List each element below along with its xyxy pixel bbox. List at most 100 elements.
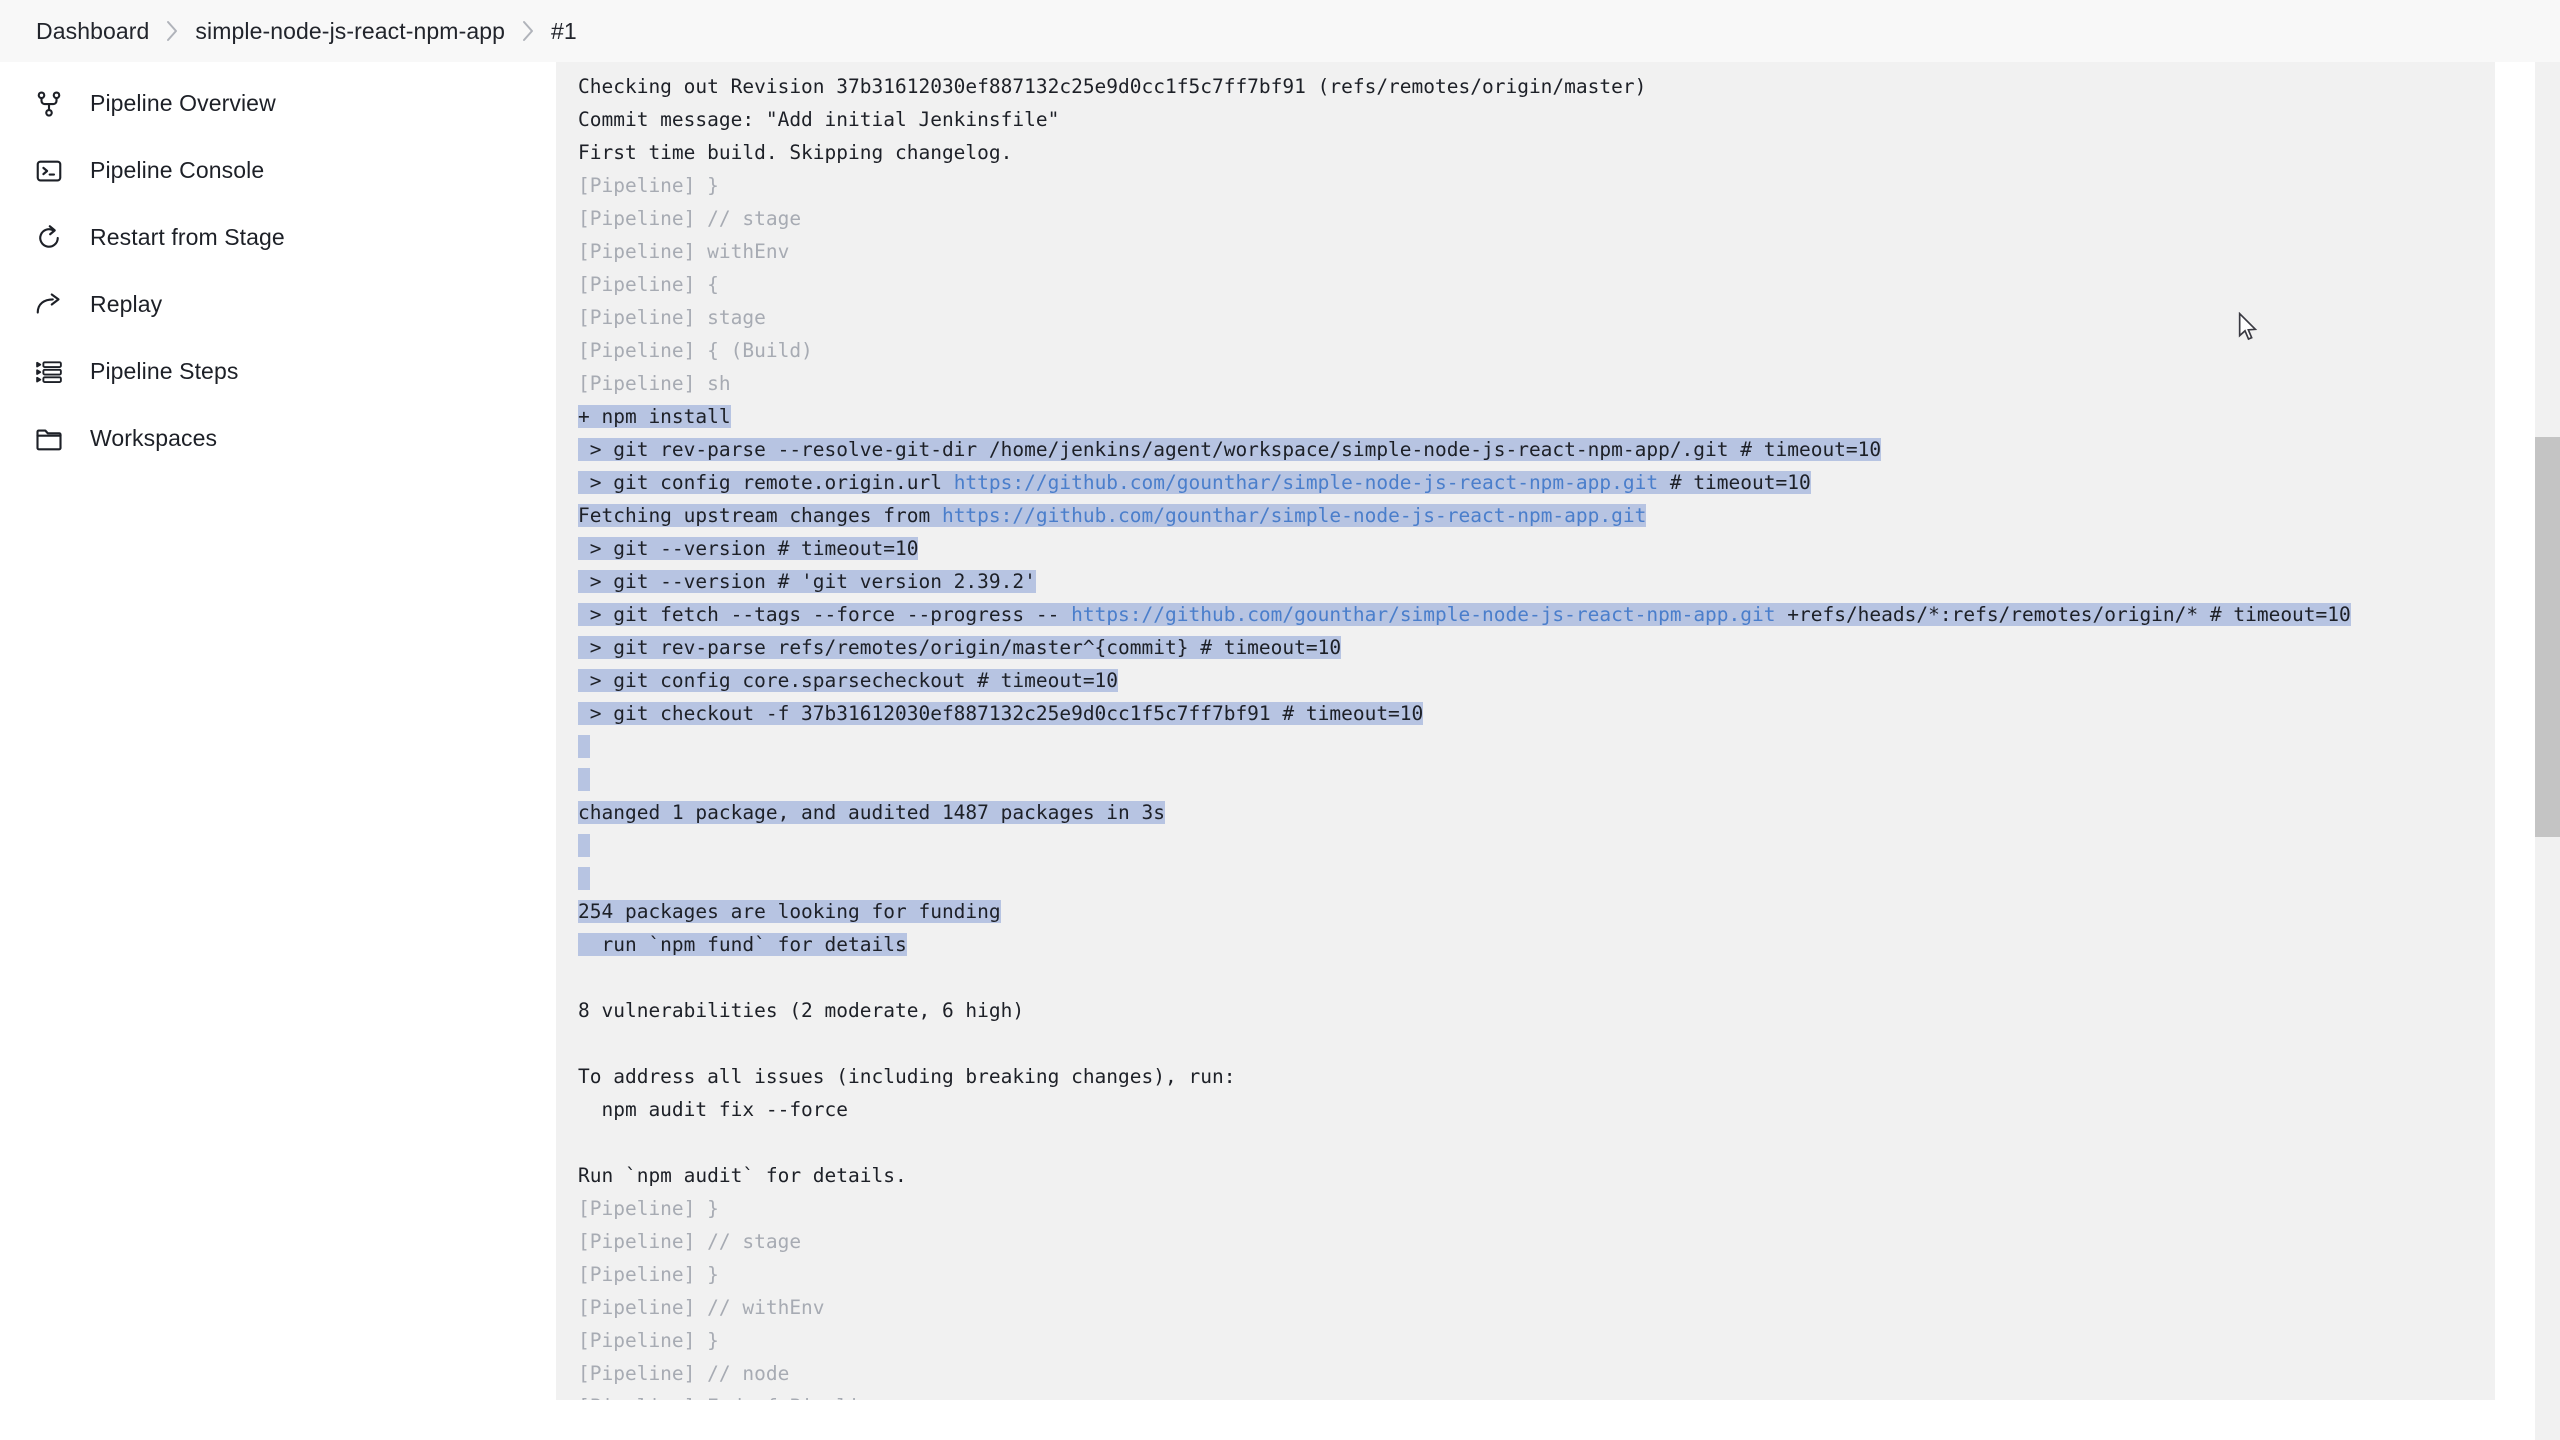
console-line: Fetching upstream changes from https://g… bbox=[578, 499, 2351, 532]
console-line: [Pipeline] } bbox=[578, 169, 2351, 202]
breadcrumb-item-build[interactable]: #1 bbox=[545, 14, 583, 49]
console-line: > git config core.sparsecheckout # timeo… bbox=[578, 664, 2351, 697]
console-line: run `npm fund` for details bbox=[578, 928, 2351, 961]
console-line: Run `npm audit` for details. bbox=[578, 1159, 2351, 1192]
console-line: > git config remote.origin.url https://g… bbox=[578, 466, 2351, 499]
console-line: [Pipeline] // withEnv bbox=[578, 1291, 2351, 1324]
sidebar-item-pipeline-console[interactable]: Pipeline Console bbox=[0, 137, 556, 204]
console-log-text[interactable]: Checking out Revision 37b31612030ef88713… bbox=[556, 62, 2351, 1400]
console-text: [Pipeline] { bbox=[578, 273, 719, 296]
console-line: [Pipeline] sh bbox=[578, 367, 2351, 400]
console-text bbox=[578, 867, 590, 890]
console-output-panel[interactable]: Checking out Revision 37b31612030ef88713… bbox=[556, 62, 2495, 1400]
console-text: > git config remote.origin.url bbox=[578, 471, 954, 494]
console-text: > git rev-parse refs/remotes/origin/mast… bbox=[578, 636, 1342, 659]
console-text: Run `npm audit` for details. bbox=[578, 1164, 907, 1187]
console-line bbox=[578, 862, 2351, 895]
console-text: [Pipeline] } bbox=[578, 1329, 719, 1352]
console-text: [Pipeline] // node bbox=[578, 1362, 790, 1385]
console-text: +refs/heads/*:refs/remotes/origin/* # ti… bbox=[1775, 603, 2351, 626]
console-line: changed 1 package, and audited 1487 pack… bbox=[578, 796, 2351, 829]
sidebar-item-restart-from-stage[interactable]: Restart from Stage bbox=[0, 204, 556, 271]
console-link[interactable]: https://github.com/gounthar/simple-node-… bbox=[953, 471, 1659, 494]
console-text: [Pipeline] sh bbox=[578, 372, 731, 395]
console-line: > git checkout -f 37b31612030ef887132c25… bbox=[578, 697, 2351, 730]
sidebar-item-pipeline-overview[interactable]: Pipeline Overview bbox=[0, 70, 556, 137]
console-line: Commit message: "Add initial Jenkinsfile… bbox=[578, 103, 2351, 136]
console-line: npm audit fix --force bbox=[578, 1093, 2351, 1126]
console-text bbox=[578, 768, 590, 791]
chevron-right-icon-2 bbox=[511, 20, 545, 42]
console-text: [Pipeline] withEnv bbox=[578, 240, 790, 263]
sidebar-item-label: Restart from Stage bbox=[90, 224, 285, 250]
console-text: npm audit fix --force bbox=[578, 1098, 849, 1121]
console-line: 254 packages are looking for funding bbox=[578, 895, 2351, 928]
replay-arrow-icon bbox=[32, 288, 66, 322]
sidebar-item-label: Replay bbox=[90, 291, 163, 317]
console-text: [Pipeline] // stage bbox=[578, 1230, 802, 1253]
console-line: > git --version # 'git version 2.39.2' bbox=[578, 565, 2351, 598]
terminal-icon bbox=[32, 154, 66, 188]
console-line: [Pipeline] withEnv bbox=[578, 235, 2351, 268]
console-text bbox=[578, 834, 590, 857]
console-line: [Pipeline] } bbox=[578, 1192, 2351, 1225]
console-text: To address all issues (including breakin… bbox=[578, 1065, 1236, 1088]
sidebar-item-label: Pipeline Overview bbox=[90, 90, 276, 116]
console-link[interactable]: https://github.com/gounthar/simple-node-… bbox=[1071, 603, 1776, 626]
console-text: Checking out Revision 37b31612030ef88713… bbox=[578, 75, 1647, 98]
console-line: [Pipeline] End of Pipeline bbox=[578, 1390, 2351, 1400]
console-text: > git --version # 'git version 2.39.2' bbox=[578, 570, 1036, 593]
console-line: [Pipeline] // stage bbox=[578, 202, 2351, 235]
console-text: [Pipeline] } bbox=[578, 174, 719, 197]
console-text: First time build. Skipping changelog. bbox=[578, 141, 1013, 164]
steps-list-icon bbox=[32, 355, 66, 389]
console-text: + npm install bbox=[578, 405, 731, 428]
pipeline-branch-icon bbox=[32, 87, 66, 121]
chevron-right-icon bbox=[155, 20, 189, 42]
console-line: [Pipeline] { (Build) bbox=[578, 334, 2351, 367]
console-line: > git fetch --tags --force --progress --… bbox=[578, 598, 2351, 631]
console-text: [Pipeline] stage bbox=[578, 306, 766, 329]
sidebar-item-replay[interactable]: Replay bbox=[0, 271, 556, 338]
sidebar-item-pipeline-steps[interactable]: Pipeline Steps bbox=[0, 338, 556, 405]
breadcrumb-item-dashboard[interactable]: Dashboard bbox=[30, 14, 155, 49]
console-text bbox=[578, 735, 590, 758]
console-line: > git rev-parse refs/remotes/origin/mast… bbox=[578, 631, 2351, 664]
console-text: run `npm fund` for details bbox=[578, 933, 907, 956]
console-text: [Pipeline] { (Build) bbox=[578, 339, 813, 362]
sidebar: Pipeline Overview Pipeline Console Resta… bbox=[0, 62, 556, 1440]
restart-icon bbox=[32, 221, 66, 255]
console-line: First time build. Skipping changelog. bbox=[578, 136, 2351, 169]
vertical-scrollbar[interactable] bbox=[2535, 62, 2560, 1440]
console-text: # timeout=10 bbox=[1658, 471, 1811, 494]
console-text: > git --version # timeout=10 bbox=[578, 537, 919, 560]
console-text: Fetching upstream changes from bbox=[578, 504, 942, 527]
console-line: Checking out Revision 37b31612030ef88713… bbox=[578, 70, 2351, 103]
console-line: [Pipeline] stage bbox=[578, 301, 2351, 334]
sidebar-item-label: Pipeline Console bbox=[90, 157, 265, 183]
console-line: [Pipeline] { bbox=[578, 268, 2351, 301]
scrollbar-thumb[interactable] bbox=[2535, 437, 2560, 837]
folder-icon bbox=[32, 422, 66, 456]
console-text: [Pipeline] } bbox=[578, 1263, 719, 1286]
console-text: 8 vulnerabilities (2 moderate, 6 high) bbox=[578, 999, 1025, 1022]
console-text: Commit message: "Add initial Jenkinsfile… bbox=[578, 108, 1060, 131]
console-line: [Pipeline] // node bbox=[578, 1357, 2351, 1390]
console-line: [Pipeline] } bbox=[578, 1324, 2351, 1357]
console-text: > git rev-parse --resolve-git-dir /home/… bbox=[578, 438, 1882, 461]
console-text: > git fetch --tags --force --progress -- bbox=[578, 603, 1072, 626]
console-text: 254 packages are looking for funding bbox=[578, 900, 1001, 923]
bottom-strip bbox=[556, 1400, 2495, 1440]
console-line bbox=[578, 829, 2351, 862]
sidebar-item-workspaces[interactable]: Workspaces bbox=[0, 405, 556, 472]
breadcrumb: Dashboard simple-node-js-react-npm-app #… bbox=[0, 0, 2560, 62]
console-line: [Pipeline] // stage bbox=[578, 1225, 2351, 1258]
console-line: To address all issues (including breakin… bbox=[578, 1060, 2351, 1093]
sidebar-item-label: Pipeline Steps bbox=[90, 358, 239, 384]
breadcrumb-item-job[interactable]: simple-node-js-react-npm-app bbox=[189, 14, 511, 49]
console-line bbox=[578, 730, 2351, 763]
console-link[interactable]: https://github.com/gounthar/simple-node-… bbox=[941, 504, 1647, 527]
